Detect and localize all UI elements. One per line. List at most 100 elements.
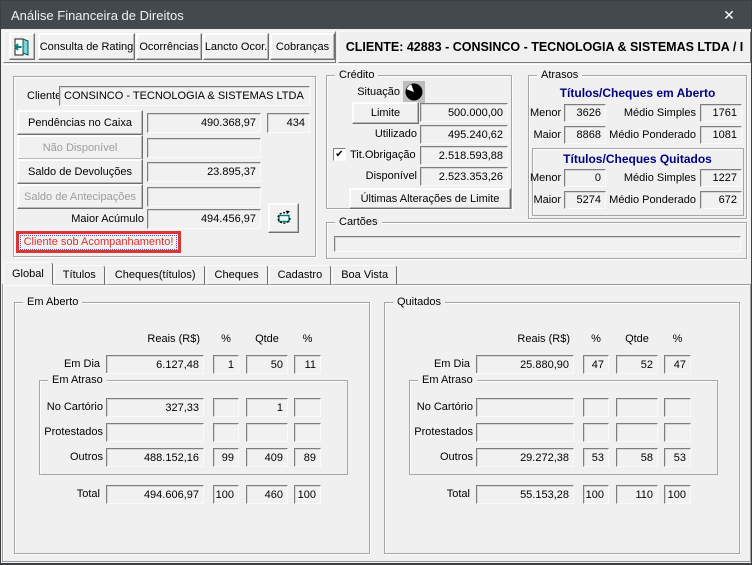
quitados-protestados-qtde[interactable]: [616, 423, 658, 442]
client-panel: Cliente CONSINCO - TECNOLOGIA & SISTEMAS…: [13, 76, 316, 257]
em-aberto-em-dia-pct1[interactable]: 1: [213, 355, 239, 374]
menor-aberto-label: Menor: [530, 107, 562, 119]
em-aberto-em-dia-reais[interactable]: 6.127,48: [106, 355, 204, 374]
em-aberto-outros-qtde[interactable]: 409: [246, 448, 288, 467]
quitados-em-dia-reais[interactable]: 25.880,90: [476, 355, 574, 374]
cliente-label: Cliente: [27, 90, 62, 102]
quitados-no-cartorio-reais[interactable]: [476, 398, 574, 417]
quitados-total-pct2[interactable]: 100: [664, 485, 691, 504]
protestados-label: Protestados: [44, 426, 103, 438]
tit-obrigacao-label: Tit.Obrigação: [350, 149, 416, 161]
saldo-antecipacoes-field[interactable]: [147, 187, 261, 207]
quitados-outros-pct1[interactable]: 53: [583, 448, 609, 467]
em-aberto-em-dia-qtde[interactable]: 50: [246, 355, 288, 374]
quitados-protestados-pct2[interactable]: [664, 423, 691, 442]
quitados-outros-pct2[interactable]: 53: [664, 448, 691, 467]
quitados-no-cartorio-pct2[interactable]: [664, 398, 691, 417]
quitados-outros-reais[interactable]: 29.272,38: [476, 448, 574, 467]
utilizado-field[interactable]: 495.240,62: [420, 125, 508, 144]
em-aberto-no-cartorio-pct2[interactable]: [294, 398, 321, 417]
medio-ponderado-aberto-field[interactable]: 1081: [700, 126, 742, 144]
medio-simples-quitados-field[interactable]: 1227: [700, 169, 742, 187]
em-aberto-no-cartorio-qtde[interactable]: 1: [246, 398, 288, 417]
refresh-acumulo-button[interactable]: [268, 203, 299, 233]
lancto-ocor-button[interactable]: Lancto Ocor.: [203, 33, 269, 60]
em-aberto-total-pct1[interactable]: 100: [213, 485, 239, 504]
limite-field[interactable]: 500.000,00: [420, 103, 508, 122]
quitados-total-qtde[interactable]: 110: [616, 485, 658, 504]
em-aberto-total-reais[interactable]: 494.606,97: [106, 485, 204, 504]
tab-cheques-titulos[interactable]: Cheques(títulos): [105, 265, 205, 285]
tab-boa-vista[interactable]: Boa Vista: [332, 265, 398, 285]
pendencias-qty-field[interactable]: 434: [267, 113, 310, 133]
em-aberto-total-pct2[interactable]: 100: [294, 485, 321, 504]
quitados-em-dia-pct1[interactable]: 47: [583, 355, 609, 374]
em-aberto-outros-reais[interactable]: 488.152,16: [106, 448, 204, 467]
pendencias-caixa-button[interactable]: Pendências no Caixa: [17, 110, 143, 135]
tab-cheques[interactable]: Cheques: [205, 265, 268, 285]
titulos-em-aberto-title: Títulos/Cheques em Aberto: [559, 86, 716, 100]
em-aberto-no-cartorio-pct1[interactable]: [213, 398, 239, 417]
body-divider: [2, 64, 751, 65]
tab-global[interactable]: Global: [3, 262, 53, 285]
saldo-devolucoes-field[interactable]: 23.895,37: [147, 162, 261, 182]
title-bar: Análise Financeira de Direitos ✕: [1, 1, 751, 29]
tit-obrigacao-checkbox[interactable]: ✔: [333, 148, 346, 161]
disponivel-field[interactable]: 2.523.353,26: [420, 167, 508, 186]
saldo-devolucoes-button[interactable]: Saldo de Devoluções: [17, 159, 143, 184]
menor-quitados-field[interactable]: 0: [564, 169, 606, 187]
em-aberto-outros-pct2[interactable]: 89: [294, 448, 321, 467]
warning-text: Cliente sob Acompanhamento!: [19, 234, 178, 250]
utilizado-label: Utilizado: [374, 128, 417, 140]
cartoes-field[interactable]: [334, 236, 741, 252]
quitados-total-pct1[interactable]: 100: [583, 485, 609, 504]
quitados-em-dia-pct2[interactable]: 47: [664, 355, 691, 374]
consulta-rating-button[interactable]: Consulta de Rating: [38, 33, 135, 60]
em-dia-label: Em Dia: [433, 358, 470, 370]
em-aberto-outros-pct1[interactable]: 99: [213, 448, 239, 467]
quitados-total-reais[interactable]: 55.153,28: [476, 485, 574, 504]
quitados-no-cartorio-qtde[interactable]: [616, 398, 658, 417]
maior-quitados-field[interactable]: 5274: [564, 191, 606, 209]
em-aberto-protestados-pct1[interactable]: [213, 423, 239, 442]
em-aberto-no-cartorio-reais[interactable]: 327,33: [106, 398, 204, 417]
em-aberto-protestados-qtde[interactable]: [246, 423, 288, 442]
quitados-em-dia-row: Em Dia 25.880,90 47 52 47: [385, 355, 739, 374]
em-aberto-total-qtde[interactable]: 460: [246, 485, 288, 504]
quitados-protestados-reais[interactable]: [476, 423, 574, 442]
quitados-no-cartorio-pct1[interactable]: [583, 398, 609, 417]
medio-ponderado-quitados-field[interactable]: 672: [700, 191, 742, 209]
em-aberto-em-dia-pct2[interactable]: 11: [294, 355, 321, 374]
outros-label: Outros: [69, 451, 103, 463]
quitados-outros-qtde[interactable]: 58: [616, 448, 658, 467]
menor-aberto-field[interactable]: 3626: [564, 104, 606, 122]
quitados-em-dia-qtde[interactable]: 52: [616, 355, 658, 374]
em-aberto-protestados-reais[interactable]: [106, 423, 204, 442]
tab-cadastro[interactable]: Cadastro: [268, 265, 332, 285]
toolbar: Consulta de Rating Ocorrências Lancto Oc…: [3, 31, 336, 63]
quitados-protestados-pct1[interactable]: [583, 423, 609, 442]
exit-button[interactable]: [9, 33, 35, 60]
situacao-status-icon[interactable]: [403, 81, 425, 103]
pendencias-value-field[interactable]: 490.368,97: [147, 113, 261, 133]
credito-title: Crédito: [335, 68, 379, 82]
limite-button[interactable]: Limite: [352, 102, 419, 124]
maior-acumulo-field[interactable]: 494.456,97: [147, 209, 261, 229]
ocorrencias-button[interactable]: Ocorrências: [136, 33, 202, 60]
tit-obrigacao-field[interactable]: 2.518.593,88: [420, 146, 508, 165]
nao-disponivel-field[interactable]: [147, 138, 261, 158]
tab-titulos[interactable]: Títulos: [53, 265, 105, 285]
close-icon[interactable]: ✕: [707, 1, 751, 29]
em-aberto-no-cartorio-row: No Cartório 327,33 1: [15, 398, 369, 417]
cobrancas-button[interactable]: Cobranças: [270, 33, 335, 60]
total-label: Total: [446, 488, 470, 500]
medio-simples-aberto-label: Médio Simples: [623, 107, 696, 119]
medio-simples-aberto-field[interactable]: 1761: [700, 104, 742, 122]
cliente-sob-acompanhamento-badge[interactable]: Cliente sob Acompanhamento!: [16, 231, 181, 253]
ultimas-alteracoes-button[interactable]: Últimas Alterações de Limite: [349, 188, 511, 209]
maior-aberto-field[interactable]: 8868: [564, 126, 606, 144]
em-aberto-protestados-pct2[interactable]: [294, 423, 321, 442]
cliente-field[interactable]: CONSINCO - TECNOLOGIA & SISTEMAS LTDA: [59, 86, 310, 106]
nao-disponivel-button: Não Disponível: [17, 135, 143, 160]
situacao-label: Situação: [357, 86, 400, 98]
